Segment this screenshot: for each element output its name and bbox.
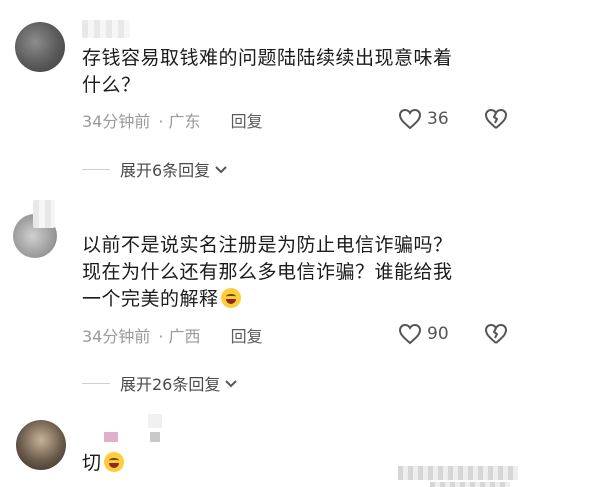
broken-heart-icon: [484, 108, 508, 130]
comment-time: 34分钟前: [82, 327, 151, 346]
avatar[interactable]: [15, 22, 65, 72]
like-count: 90: [427, 324, 449, 344]
chevron-down-icon: [224, 374, 238, 393]
like-button[interactable]: 90: [398, 323, 449, 345]
comment-line: 什么？: [82, 74, 141, 96]
comment-line: 一个完美的解释: [82, 286, 562, 313]
comment-text: 以前不是说实名注册是为防止电信诈骗吗？ 现在为什么还有那么多电信诈骗？谁能给我 …: [82, 232, 562, 313]
username-blurred[interactable]: [33, 200, 55, 228]
blurred-content: [430, 482, 510, 487]
username-blurred[interactable]: [104, 432, 118, 442]
comment-line: 存钱容易取钱难的问题陆陆续续出现意味着: [82, 47, 453, 69]
comment-text: 切: [82, 450, 124, 477]
blurred-content: [398, 466, 518, 480]
comment-list: 存钱容易取钱难的问题陆陆续续出现意味着 什么？ 34分钟前 · 广东 回复 36…: [0, 0, 600, 487]
expand-replies-button[interactable]: 展开6条回复: [82, 158, 228, 180]
expand-replies-button[interactable]: 展开26条回复: [82, 372, 238, 394]
username-blurred: [150, 432, 160, 442]
like-count: 36: [427, 109, 449, 129]
avatar[interactable]: [16, 420, 66, 470]
comment-meta: 34分钟前 · 广东 回复: [82, 109, 263, 131]
comment-time: 34分钟前: [82, 112, 151, 131]
heart-outline-icon: [398, 108, 422, 130]
rofl-emoji-icon: [220, 288, 241, 308]
like-button[interactable]: 36: [398, 108, 449, 130]
comment-location: · 广东: [158, 112, 201, 131]
broken-heart-icon: [484, 323, 508, 345]
comment-meta: 34分钟前 · 广西 回复: [82, 324, 263, 346]
chevron-down-icon: [214, 160, 228, 179]
rofl-emoji-icon: [103, 452, 124, 472]
comment-text: 存钱容易取钱难的问题陆陆续续出现意味着 什么？: [82, 45, 562, 99]
comment-line: 以前不是说实名注册是为防止电信诈骗吗？: [82, 234, 453, 256]
divider: [82, 382, 110, 384]
expand-replies-label: 展开6条回复: [120, 161, 211, 180]
reply-button[interactable]: 回复: [231, 323, 263, 347]
dislike-button[interactable]: [484, 323, 508, 345]
username-blurred: [148, 414, 162, 428]
username-blurred[interactable]: [82, 20, 130, 38]
expand-replies-label: 展开26条回复: [120, 375, 221, 394]
heart-outline-icon: [398, 323, 422, 345]
dislike-button[interactable]: [484, 108, 508, 130]
divider: [82, 168, 110, 170]
comment-location: · 广西: [158, 327, 201, 346]
reply-button[interactable]: 回复: [231, 108, 263, 132]
comment-line: 现在为什么还有那么多电信诈骗？谁能给我: [82, 261, 453, 283]
